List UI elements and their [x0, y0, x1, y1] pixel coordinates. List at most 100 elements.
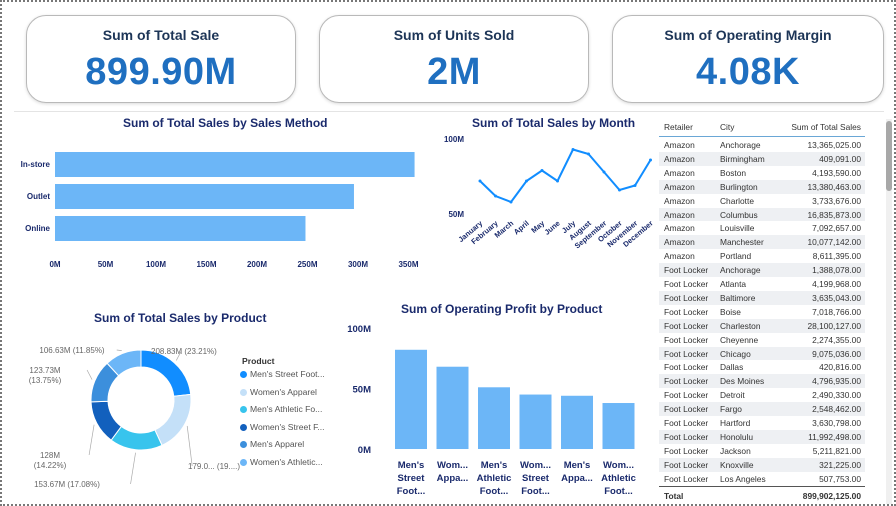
table-row[interactable]: Amazon Burlington 13,380,463.00 — [659, 179, 865, 194]
monthly-sales-line-chart[interactable]: 100M50MJanuaryFebruaryMarchAprilMayJuneJ… — [432, 130, 657, 262]
profit-bar[interactable] — [561, 395, 593, 449]
monthly-sales-line[interactable] — [479, 148, 652, 204]
cell-retailer: Amazon — [664, 195, 695, 206]
table-row[interactable]: Foot Locker Dallas 420,816.00 — [659, 360, 865, 374]
cell-retailer: Foot Locker — [664, 265, 709, 276]
table-row[interactable]: Foot Locker Baltimore 3,635,043.00 — [659, 290, 865, 305]
dashboard-canvas: Sum of Total Sale 899.90M Sum of Units S… — [0, 0, 896, 506]
y-tick-label: 100M — [347, 324, 371, 335]
profit-bar[interactable] — [602, 403, 635, 449]
kpi-card-units-sold[interactable]: Sum of Units Sold 2M — [319, 15, 589, 103]
line-point[interactable] — [649, 158, 652, 162]
table-row[interactable]: Foot Locker Los Angeles 507,753.00 — [659, 472, 865, 486]
line-point[interactable] — [509, 200, 513, 204]
table-row[interactable]: Foot Locker Fargo 2,548,462.00 — [659, 402, 865, 416]
table-row[interactable]: Foot Locker Cheyenne 2,274,355.00 — [659, 333, 865, 347]
cell-city: Manchester — [720, 237, 764, 248]
column-header-total-sales[interactable]: Sum of Total Sales — [791, 122, 861, 132]
legend-item[interactable]: Women's Athletic... — [240, 457, 323, 467]
x-tick-label: 250M — [297, 260, 317, 269]
legend-item[interactable]: Women's Street F... — [240, 422, 325, 432]
legend-swatch — [240, 388, 247, 396]
x-tick-label: 200M — [247, 260, 267, 269]
profit-bar[interactable] — [436, 366, 469, 449]
line-point[interactable] — [571, 148, 575, 151]
profit-bar[interactable] — [478, 387, 510, 449]
product-sales-donut-chart[interactable]: 208.83M (23.21%) 179.0... (19....) 153.67M… — [12, 332, 242, 492]
cell-city: Charleston — [720, 320, 761, 331]
profit-bar[interactable] — [519, 394, 552, 449]
cell-city: Des Moines — [720, 376, 765, 387]
x-category-label: Foot... — [397, 486, 426, 497]
cell-city: Columbus — [720, 209, 758, 220]
table-row[interactable]: Foot Locker Anchorage 1,388,078.00 — [659, 263, 865, 277]
table-row[interactable]: Foot Locker Detroit 2,490,330.00 — [659, 388, 865, 402]
column-header-city[interactable]: City — [720, 122, 734, 132]
table-row[interactable]: Foot Locker Knoxville 321,225.00 — [659, 457, 865, 472]
legend-item[interactable]: Men's Street Foot... — [240, 369, 325, 379]
legend-item[interactable]: Women's Apparel — [240, 387, 317, 397]
x-tick-label: 100M — [146, 260, 166, 269]
line-point[interactable] — [494, 194, 497, 198]
bar-in-store[interactable] — [55, 152, 415, 177]
line-point[interactable] — [525, 179, 528, 183]
kpi-value: 2M — [427, 51, 481, 93]
legend-item[interactable]: Men's Athletic Fo... — [240, 404, 322, 414]
bar-online[interactable] — [55, 216, 306, 241]
cell-city: Chicago — [720, 348, 751, 359]
retailer-sales-table[interactable]: Retailer City Sum of Total Sales Amazon A… — [659, 117, 865, 504]
line-point[interactable] — [633, 184, 637, 187]
line-point[interactable] — [618, 188, 621, 192]
table-row[interactable]: Amazon Boston 4,193,590.00 — [659, 166, 865, 180]
table-row[interactable]: Foot Locker Hartford 3,630,798.00 — [659, 416, 865, 430]
table-row[interactable]: Amazon Anchorage 13,365,025.00 — [659, 138, 865, 152]
legend-item[interactable]: Men's Apparel — [240, 439, 304, 449]
cell-total-sales: 13,365,025.00 — [807, 140, 861, 150]
table-row[interactable]: Foot Locker Chicago 9,075,036.00 — [659, 346, 865, 361]
line-point[interactable] — [478, 179, 482, 183]
table-row[interactable]: Amazon Birmingham 409,091.00 — [659, 151, 865, 166]
cell-city: Anchorage — [720, 140, 761, 150]
table-row[interactable]: Amazon Portland 8,611,395.00 — [659, 249, 865, 263]
line-point[interactable] — [587, 152, 590, 156]
table-row[interactable]: Amazon Charlotte 3,733,676.00 — [659, 194, 865, 208]
chart-title-operating-profit: Sum of Operating Profit by Product — [401, 302, 603, 316]
kpi-card-total-sale[interactable]: Sum of Total Sale 899.90M — [26, 15, 296, 103]
bar-outlet[interactable] — [55, 184, 354, 209]
table-row[interactable]: Amazon Columbus 16,835,873.00 — [659, 207, 865, 222]
slice-leader-line — [130, 452, 136, 485]
donut-slice[interactable] — [154, 393, 192, 447]
column-header-retailer[interactable]: Retailer — [664, 122, 693, 132]
legend-label: Women's Athletic... — [250, 456, 323, 467]
table-row[interactable]: Foot Locker Honolulu 11,992,498.00 — [659, 429, 865, 444]
slice-value-label: 179.0... (19....) — [188, 462, 240, 471]
line-point[interactable] — [556, 179, 559, 183]
cell-city: Knoxville — [720, 459, 754, 470]
table-row[interactable]: Amazon Louisville 7,092,657.00 — [659, 221, 865, 235]
cell-retailer: Foot Locker — [664, 376, 709, 387]
line-point[interactable] — [540, 169, 544, 172]
sales-method-bar-chart[interactable]: In-store Outlet Online 0M 50M 100M 150M 200M 250… — [12, 134, 432, 274]
table-row[interactable]: Foot Locker Atlanta 4,199,968.00 — [659, 277, 865, 291]
legend-swatch — [240, 441, 247, 449]
table-row[interactable]: Foot Locker Jackson 5,211,821.00 — [659, 444, 865, 458]
profit-bar[interactable] — [395, 349, 427, 449]
table-row[interactable]: Foot Locker Charleston 28,100,127.00 — [659, 318, 865, 333]
table-row[interactable]: Foot Locker Des Moines 4,796,935.00 — [659, 374, 865, 389]
cell-retailer: Amazon — [664, 181, 695, 192]
table-row[interactable]: Amazon Manchester 10,077,142.00 — [659, 235, 865, 250]
operating-profit-bar-chart[interactable]: 100M 50M 0M Men's Street Foot... Wom... Appa...… — [337, 318, 649, 504]
x-tick-label: 50M — [98, 260, 114, 269]
cell-city: Louisville — [720, 223, 755, 234]
line-point[interactable] — [602, 170, 606, 174]
table-scrollbar-thumb[interactable] — [886, 121, 892, 191]
cell-total-sales: 28,100,127.00 — [807, 320, 861, 331]
donut-slice[interactable] — [140, 349, 192, 397]
kpi-card-operating-margin[interactable]: Sum of Operating Margin 4.08K — [612, 15, 884, 103]
x-category-label: Appa... — [561, 473, 593, 484]
legend-label: Men's Street Foot... — [250, 369, 325, 379]
cell-retailer: Foot Locker — [664, 348, 709, 359]
table-row[interactable]: Foot Locker Boise 7,018,766.00 — [659, 305, 865, 319]
cell-total-sales: 10,077,142.00 — [807, 237, 861, 248]
total-value: 899,902,125.00 — [802, 491, 861, 501]
